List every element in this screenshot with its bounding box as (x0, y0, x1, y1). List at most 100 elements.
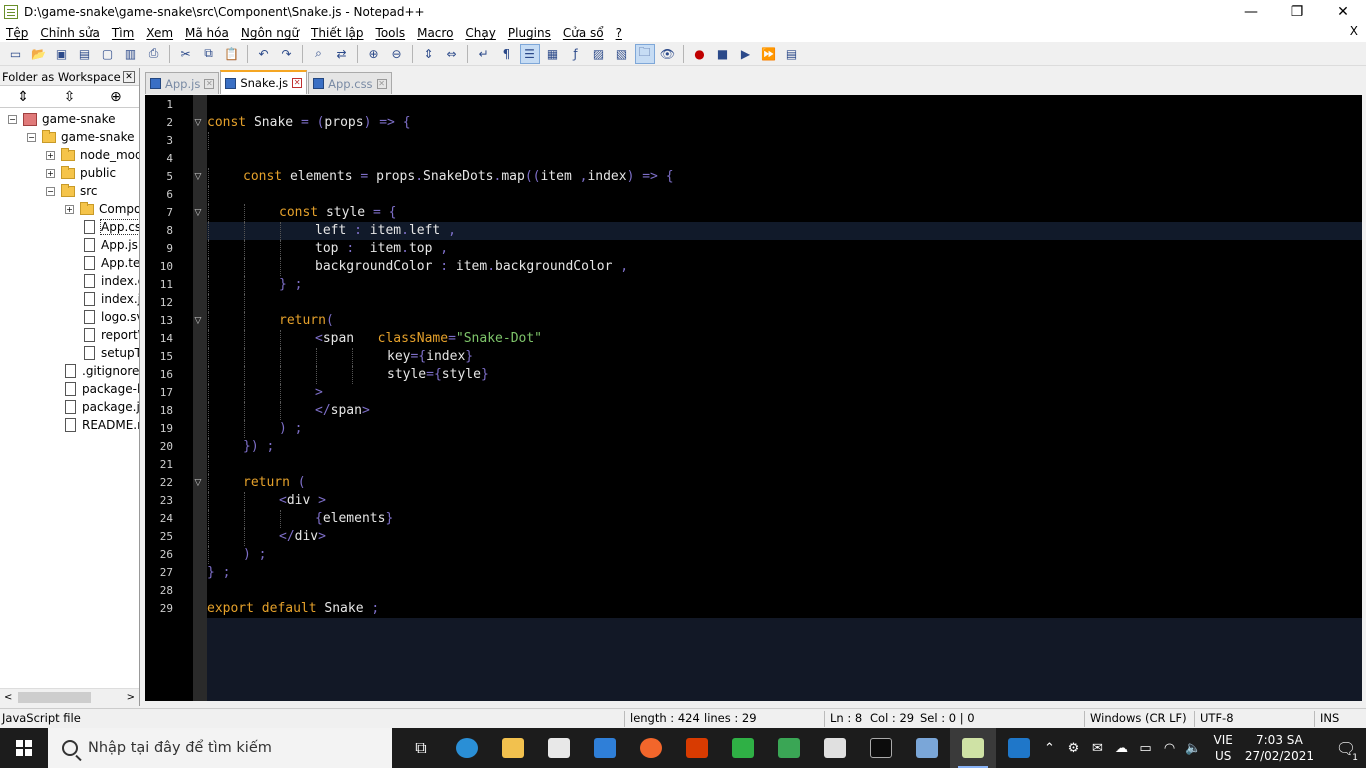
code-editor[interactable]: 1 2 3 4 5 6 7 8 9 10 11 12 13 14 15 16 17 18 19 20 21 22 23 24 2… (145, 95, 1362, 701)
locate-file-icon[interactable]: ⊕ (110, 89, 122, 105)
menu-tools[interactable]: Tools (370, 26, 412, 40)
menu-run[interactable]: Chạy (459, 26, 501, 40)
clock[interactable]: 7:03 SA 27/02/2021 (1245, 732, 1314, 764)
monitoring-icon[interactable]: 👁 (658, 44, 678, 64)
zoom-in-icon[interactable]: ⊕ (364, 44, 384, 64)
fold-margin[interactable]: ▽ ▽ ▽ ▽ ▽ (193, 95, 207, 701)
notepadpp-icon[interactable] (950, 728, 996, 768)
close-window-button[interactable]: ✕ (1320, 0, 1366, 24)
photos-icon[interactable] (996, 728, 1042, 768)
code-line[interactable]: ) ; (207, 420, 1362, 438)
tree-item[interactable]: setupTests.js (84, 344, 139, 362)
slack-icon[interactable] (812, 728, 858, 768)
code-line[interactable]: <span className="Snake-Dot" (207, 330, 1362, 348)
doc-map-icon[interactable]: ▦ (543, 44, 563, 64)
tree-item[interactable]: package-lock.json (65, 380, 139, 398)
tree-item[interactable]: logo.svg (84, 308, 139, 326)
tree-item[interactable]: package.json (65, 398, 139, 416)
code-line[interactable]: return ( (207, 474, 1362, 492)
save-icon[interactable]: ▣ (52, 44, 72, 64)
code-line[interactable] (207, 186, 1362, 204)
code-line[interactable]: key={index} (207, 348, 1362, 366)
tab-app-css[interactable]: App.css ✕ (308, 72, 392, 94)
tree-item[interactable]: App.js (84, 236, 138, 254)
paint-icon[interactable] (904, 728, 950, 768)
code-line[interactable] (207, 582, 1362, 600)
code-line[interactable]: return( (207, 312, 1362, 330)
minimize-button[interactable]: — (1228, 0, 1274, 24)
tree-item[interactable]: reportWebVitals.js (84, 326, 139, 344)
replace-icon[interactable]: ⇄ (332, 44, 352, 64)
show-hidden-icons-icon[interactable]: ⌃ (1037, 741, 1061, 756)
maximize-button[interactable]: ❐ (1274, 0, 1320, 24)
code-area[interactable]: const Snake = (props) => { const elements… (207, 95, 1362, 618)
undo-icon[interactable]: ↶ (254, 44, 274, 64)
code-line[interactable]: ) ; (207, 546, 1362, 564)
code-line[interactable]: backgroundColor : item.backgroundColor , (207, 258, 1362, 276)
open-file-icon[interactable]: 📂 (29, 44, 49, 64)
close-all-icon[interactable]: ▥ (121, 44, 141, 64)
scroll-left-icon[interactable]: < (4, 692, 12, 703)
expand-icon[interactable]: + (46, 150, 55, 160)
fold-toggle-icon[interactable]: ▽ (193, 168, 203, 186)
code-line[interactable]: </div> (207, 528, 1362, 546)
code-line[interactable] (207, 150, 1362, 168)
cut-icon[interactable]: ✂ (176, 44, 196, 64)
redo-icon[interactable]: ↷ (277, 44, 297, 64)
office-icon[interactable] (674, 728, 720, 768)
code-line[interactable]: const style = { (207, 204, 1362, 222)
tree-item[interactable]: − game-snake (8, 110, 116, 128)
code-line[interactable]: </span> (207, 402, 1362, 420)
code-line[interactable]: top : item.top , (207, 240, 1362, 258)
copy-icon[interactable]: ⧉ (199, 44, 219, 64)
code-line[interactable]: } ; (207, 276, 1362, 294)
tree-item[interactable]: + public (46, 164, 116, 182)
fold-toggle-icon[interactable]: ▽ (193, 312, 203, 330)
tray-app-icon[interactable]: ⚙ (1061, 741, 1085, 756)
menu-search[interactable]: Tìm (106, 26, 140, 40)
fold-toggle-icon[interactable]: ▽ (193, 204, 203, 222)
menu-file[interactable]: Tệp (0, 26, 34, 40)
expand-icon[interactable]: + (65, 204, 74, 214)
record-macro-icon[interactable]: ● (690, 44, 710, 64)
scrollbar-thumb[interactable] (18, 692, 91, 703)
menu-edit[interactable]: Chỉnh sửa (34, 26, 106, 40)
code-line[interactable]: const elements = props.SnakeDots.map((it… (207, 168, 1362, 186)
tree-item[interactable]: + node_modules (46, 146, 139, 164)
run-macro-multiple-icon[interactable]: ⏩ (759, 44, 779, 64)
user-defined-lang-icon[interactable]: ▨ (589, 44, 609, 64)
scroll-right-icon[interactable]: > (127, 692, 135, 703)
menu-settings[interactable]: Thiết lập (305, 26, 369, 40)
show-all-chars-icon[interactable]: ¶ (497, 44, 517, 64)
code-line[interactable]: left : item.left , (207, 222, 1362, 240)
tree-item[interactable]: App.css (84, 218, 139, 236)
panel-close-button[interactable]: ✕ (123, 70, 135, 83)
notepad-icon[interactable] (766, 728, 812, 768)
volume-icon[interactable]: 🔈 (1181, 741, 1205, 756)
code-line[interactable]: export default Snake ; (207, 600, 1362, 618)
mail-icon[interactable] (582, 728, 628, 768)
code-line[interactable] (207, 96, 1362, 114)
menu-help[interactable]: ? (610, 26, 628, 40)
panel-horizontal-scrollbar[interactable]: < > (0, 688, 139, 706)
sync-vertical-icon[interactable]: ⇕ (419, 44, 439, 64)
tree-item[interactable]: App.test.js (84, 254, 139, 272)
zoom-out-icon[interactable]: ⊖ (387, 44, 407, 64)
word-wrap-icon[interactable]: ↵ (474, 44, 494, 64)
menu-macro[interactable]: Macro (411, 26, 459, 40)
code-line[interactable] (207, 294, 1362, 312)
sync-horizontal-icon[interactable]: ⇔ (442, 44, 462, 64)
paste-icon[interactable]: 📋 (222, 44, 242, 64)
code-line[interactable] (207, 456, 1362, 474)
edge-icon[interactable] (444, 728, 490, 768)
collapse-all-icon[interactable]: ⇳ (64, 89, 76, 105)
close-document-button[interactable]: X (1350, 24, 1358, 38)
code-line[interactable]: const Snake = (props) => { (207, 114, 1362, 132)
code-line[interactable]: <div > (207, 492, 1362, 510)
tab-app-js[interactable]: App.js ✕ (145, 72, 220, 94)
function-list-icon[interactable]: ƒ (566, 44, 586, 64)
play-macro-icon[interactable]: ▶ (736, 44, 756, 64)
code-line[interactable]: }) ; (207, 438, 1362, 456)
fold-toggle-icon[interactable]: ▽ (193, 114, 203, 132)
stop-record-icon[interactable]: ■ (713, 44, 733, 64)
